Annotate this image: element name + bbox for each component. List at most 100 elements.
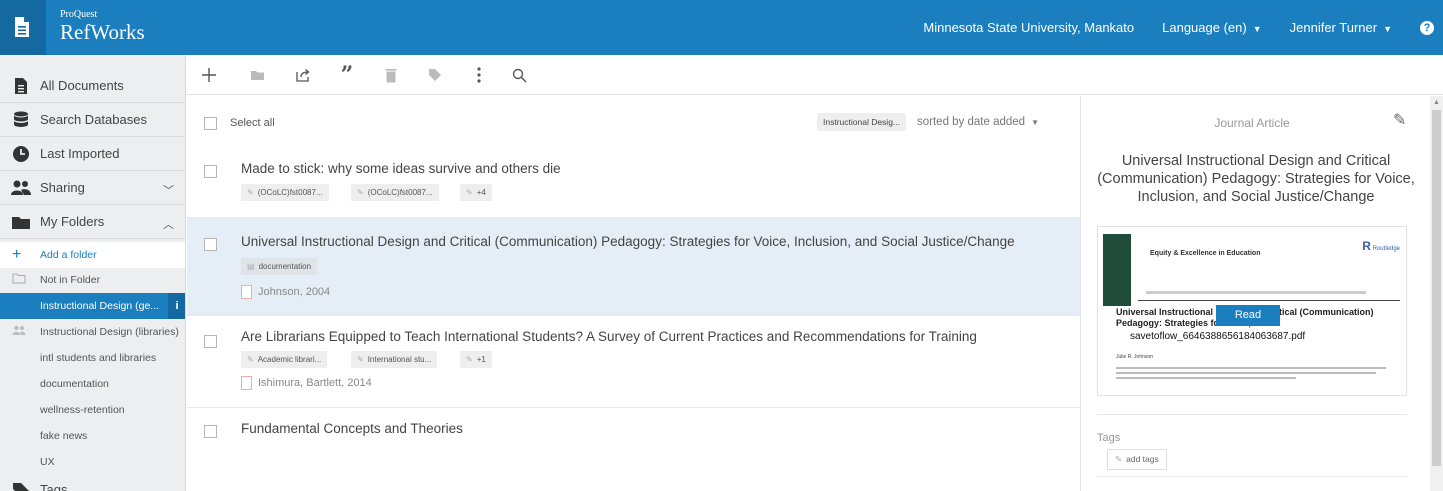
tags-heading: Tags bbox=[1097, 432, 1121, 444]
scroll-up-icon[interactable]: ▲ bbox=[1433, 99, 1440, 106]
folder-icon[interactable] bbox=[237, 55, 277, 95]
document-checkbox[interactable] bbox=[204, 238, 217, 251]
share-icon[interactable] bbox=[283, 55, 323, 95]
database-icon bbox=[10, 111, 32, 129]
sidebar-folder-ux[interactable]: UX bbox=[0, 449, 185, 475]
document-checkbox[interactable] bbox=[204, 165, 217, 178]
user-name: Jennifer Turner bbox=[1289, 20, 1378, 35]
document-title[interactable]: Made to stick: why some ideas survive an… bbox=[241, 161, 561, 176]
chevron-down-icon[interactable]: ﹀ bbox=[163, 182, 174, 198]
folder-icon bbox=[10, 213, 32, 231]
pdf-preview[interactable]: Equity & Excellence in Education R Routl… bbox=[1097, 226, 1407, 396]
sidebar-item-label: All Documents bbox=[40, 78, 124, 93]
tag-icon: ✎ bbox=[357, 188, 364, 197]
folder-tag-icon: ▤ bbox=[247, 262, 255, 271]
sidebar-item-last-imported[interactable]: Last Imported bbox=[0, 137, 185, 171]
app-menu-button[interactable] bbox=[0, 0, 46, 55]
scrollbar-thumb[interactable] bbox=[1432, 110, 1441, 466]
select-all-checkbox[interactable] bbox=[204, 117, 217, 130]
shared-users-icon bbox=[12, 325, 28, 339]
sidebar-item-all-documents[interactable]: All Documents bbox=[0, 69, 185, 103]
article-byline: Julie R. Johnson bbox=[1116, 354, 1153, 360]
tag-icon: ✎ bbox=[247, 188, 254, 197]
sidebar: All Documents Search Databases Last Impo… bbox=[0, 55, 186, 491]
sidebar-item-label: Not in Folder bbox=[40, 274, 101, 286]
tag-chip[interactable]: ✎ (OCoLC)fst0087... bbox=[241, 184, 329, 201]
tag-label: (OCoLC)fst0087... bbox=[257, 188, 323, 197]
plus-icon: + bbox=[12, 246, 22, 263]
tag-label: documentation bbox=[258, 262, 312, 271]
toolbar: ” bbox=[187, 55, 1443, 95]
help-icon[interactable]: ? bbox=[1420, 20, 1434, 35]
document-row-selected[interactable]: Universal Instructional Design and Criti… bbox=[187, 218, 1080, 316]
divider bbox=[1097, 414, 1407, 415]
sidebar-item-my-folders[interactable]: My Folders ︿ bbox=[0, 205, 185, 239]
tag-chip[interactable]: ✎ Academic librari... bbox=[241, 351, 328, 368]
language-menu[interactable]: Language (en) ▼ bbox=[1162, 20, 1262, 35]
document-checkbox[interactable] bbox=[204, 425, 217, 438]
sidebar-item-tags[interactable]: Tags bbox=[0, 473, 185, 491]
add-tags-label: add tags bbox=[1126, 454, 1159, 464]
user-menu[interactable]: Jennifer Turner ▼ bbox=[1290, 20, 1392, 35]
delete-icon[interactable] bbox=[371, 55, 411, 95]
tag-chip[interactable]: ✎ (OCoLC)fst0087... bbox=[351, 184, 439, 201]
top-bar: ProQuest RefWorks Minnesota State Univer… bbox=[0, 0, 1443, 55]
scrollbar[interactable]: ▲ bbox=[1430, 96, 1443, 491]
divider bbox=[1146, 291, 1366, 294]
details-panel: Journal Article ✎ Universal Instructiona… bbox=[1080, 96, 1430, 491]
pdf-icon bbox=[241, 376, 252, 390]
sidebar-folder-fake-news[interactable]: fake news bbox=[0, 423, 185, 449]
cite-icon[interactable]: ” bbox=[327, 55, 367, 95]
document-title[interactable]: Fundamental Concepts and Theories bbox=[241, 421, 463, 436]
sidebar-folder-intl-students[interactable]: intl students and libraries bbox=[0, 345, 185, 371]
brand-main-text: RefWorks bbox=[60, 20, 145, 44]
folder-label: UX bbox=[40, 456, 55, 468]
add-tags-button[interactable]: ✎ add tags bbox=[1107, 449, 1167, 470]
sidebar-folder-wellness-retention[interactable]: wellness-retention bbox=[0, 397, 185, 423]
institution-link[interactable]: Minnesota State University, Mankato bbox=[923, 20, 1134, 35]
sidebar-item-not-in-folder[interactable]: Not in Folder bbox=[0, 267, 185, 293]
users-icon bbox=[10, 179, 32, 197]
folder-label: intl students and libraries bbox=[40, 352, 157, 364]
caret-down-icon: ▼ bbox=[1031, 118, 1039, 127]
tag-icon: ✎ bbox=[466, 188, 473, 197]
document-title[interactable]: Universal Instructional Design and Criti… bbox=[241, 234, 1015, 249]
tag-icon: ✎ bbox=[357, 355, 364, 364]
select-all-label[interactable]: Select all bbox=[230, 117, 275, 129]
document-title[interactable]: Are Librarians Equipped to Teach Interna… bbox=[241, 329, 977, 344]
documents-icon bbox=[10, 77, 32, 95]
list-header: Select all Instructional Desig... sorted… bbox=[187, 96, 1080, 148]
tag-chip-more[interactable]: ✎ +1 bbox=[460, 351, 492, 368]
add-folder-link[interactable]: + Add a folder bbox=[0, 242, 185, 268]
sidebar-folder-instructional-design[interactable]: Instructional Design (ge... i bbox=[0, 293, 185, 319]
add-icon[interactable] bbox=[189, 55, 229, 95]
sort-menu[interactable]: sorted by date added ▼ bbox=[917, 116, 1039, 128]
citation-text bbox=[1116, 367, 1386, 369]
tag-chip-more[interactable]: ✎ +4 bbox=[460, 184, 492, 201]
search-icon[interactable] bbox=[499, 55, 539, 95]
tag-icon: ✎ bbox=[1115, 454, 1123, 464]
tag-icon: ✎ bbox=[466, 355, 473, 364]
info-icon[interactable]: i bbox=[168, 293, 185, 319]
read-button[interactable]: Read bbox=[1216, 305, 1280, 326]
citation-text bbox=[1116, 372, 1376, 374]
tag-icon[interactable] bbox=[415, 55, 455, 95]
sidebar-item-sharing[interactable]: Sharing ﹀ bbox=[0, 171, 185, 205]
journal-cover-image bbox=[1103, 234, 1131, 306]
document-row[interactable]: Are Librarians Equipped to Teach Interna… bbox=[187, 316, 1080, 408]
document-row[interactable]: Made to stick: why some ideas survive an… bbox=[187, 148, 1080, 218]
sidebar-item-search-databases[interactable]: Search Databases bbox=[0, 103, 185, 137]
sidebar-folder-instructional-design-libraries[interactable]: Instructional Design (libraries) bbox=[0, 319, 185, 345]
more-icon[interactable] bbox=[459, 55, 499, 95]
divider bbox=[1097, 476, 1407, 477]
chevron-up-icon[interactable]: ︿ bbox=[163, 216, 174, 232]
document-row[interactable]: Fundamental Concepts and Theories bbox=[187, 408, 1080, 491]
edit-pencil-icon[interactable]: ✎ bbox=[1393, 110, 1406, 130]
tag-chip[interactable]: ✎ International stu... bbox=[351, 351, 438, 368]
document-checkbox[interactable] bbox=[204, 335, 217, 348]
folder-chip[interactable]: ▤ documentation bbox=[241, 258, 318, 275]
sidebar-folder-documentation[interactable]: documentation bbox=[0, 371, 185, 397]
folder-filter-chip[interactable]: Instructional Desig... bbox=[817, 113, 907, 131]
tag-label: +4 bbox=[476, 188, 486, 197]
tag-icon bbox=[10, 481, 32, 491]
